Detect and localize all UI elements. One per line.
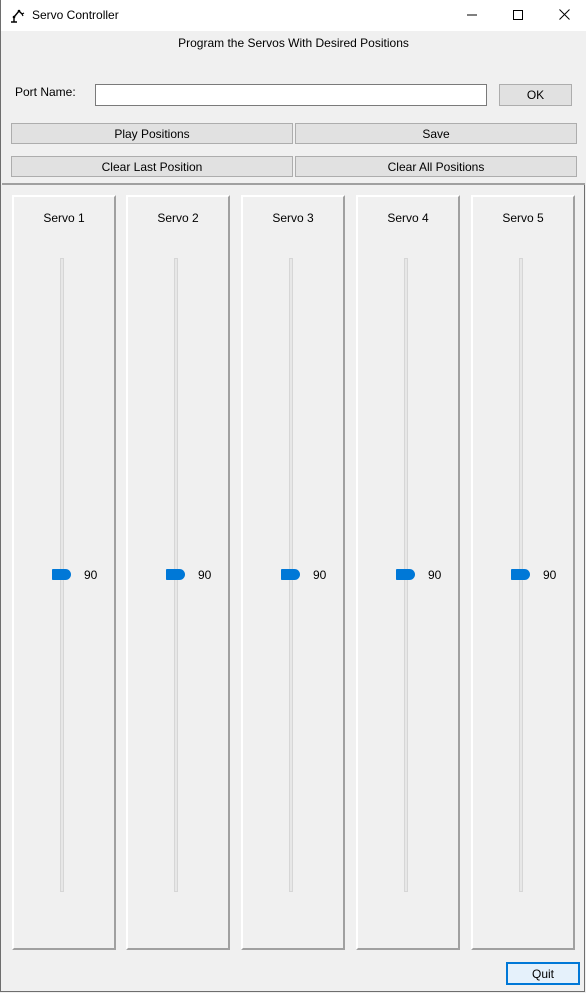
clear-all-positions-button[interactable]: Clear All Positions (295, 156, 577, 177)
page-heading: Program the Servos With Desired Position… (178, 36, 409, 50)
slider-value: 90 (428, 568, 442, 582)
minimize-button[interactable] (449, 0, 495, 31)
servo-panel-2: Servo 2 90 (126, 195, 230, 950)
title-bar[interactable]: Servo Controller (1, 0, 586, 31)
slider-value: 90 (198, 568, 212, 582)
maximize-icon (513, 9, 523, 23)
save-button[interactable]: Save (295, 123, 577, 144)
servo-label: Servo 5 (502, 211, 544, 225)
close-icon (558, 8, 570, 23)
slider-thumb[interactable] (166, 569, 185, 580)
ok-button[interactable]: OK (499, 84, 572, 106)
servo-panel-1: Servo 1 90 (12, 195, 116, 950)
slider-value: 90 (543, 568, 557, 582)
maximize-button[interactable] (495, 0, 541, 31)
slider-thumb[interactable] (281, 569, 300, 580)
servo-label: Servo 1 (43, 211, 85, 225)
slider-thumb[interactable] (52, 569, 71, 580)
port-name-input[interactable] (95, 84, 487, 106)
servo-label: Servo 4 (387, 211, 429, 225)
slider-value: 90 (84, 568, 98, 582)
slider-thumb[interactable] (511, 569, 530, 580)
servo-panel-4: Servo 4 90 (356, 195, 460, 950)
quit-button[interactable]: Quit (506, 962, 580, 985)
minimize-icon (467, 9, 477, 23)
port-name-label: Port Name: (15, 85, 76, 99)
servo-panel-3: Servo 3 90 (241, 195, 345, 950)
control-frame: Program the Servos With Desired Position… (2, 31, 585, 185)
servo-label: Servo 2 (157, 211, 199, 225)
clear-last-position-button[interactable]: Clear Last Position (11, 156, 293, 177)
robot-arm-icon (9, 6, 27, 24)
servo-label: Servo 3 (272, 211, 314, 225)
slider-value: 90 (313, 568, 327, 582)
play-positions-button[interactable]: Play Positions (11, 123, 293, 144)
window-title: Servo Controller (32, 8, 119, 22)
slider-thumb[interactable] (396, 569, 415, 580)
close-button[interactable] (541, 0, 586, 31)
app-window: Servo Controller Program the Servos With… (0, 0, 586, 992)
servo-panel-5: Servo 5 90 (471, 195, 575, 950)
